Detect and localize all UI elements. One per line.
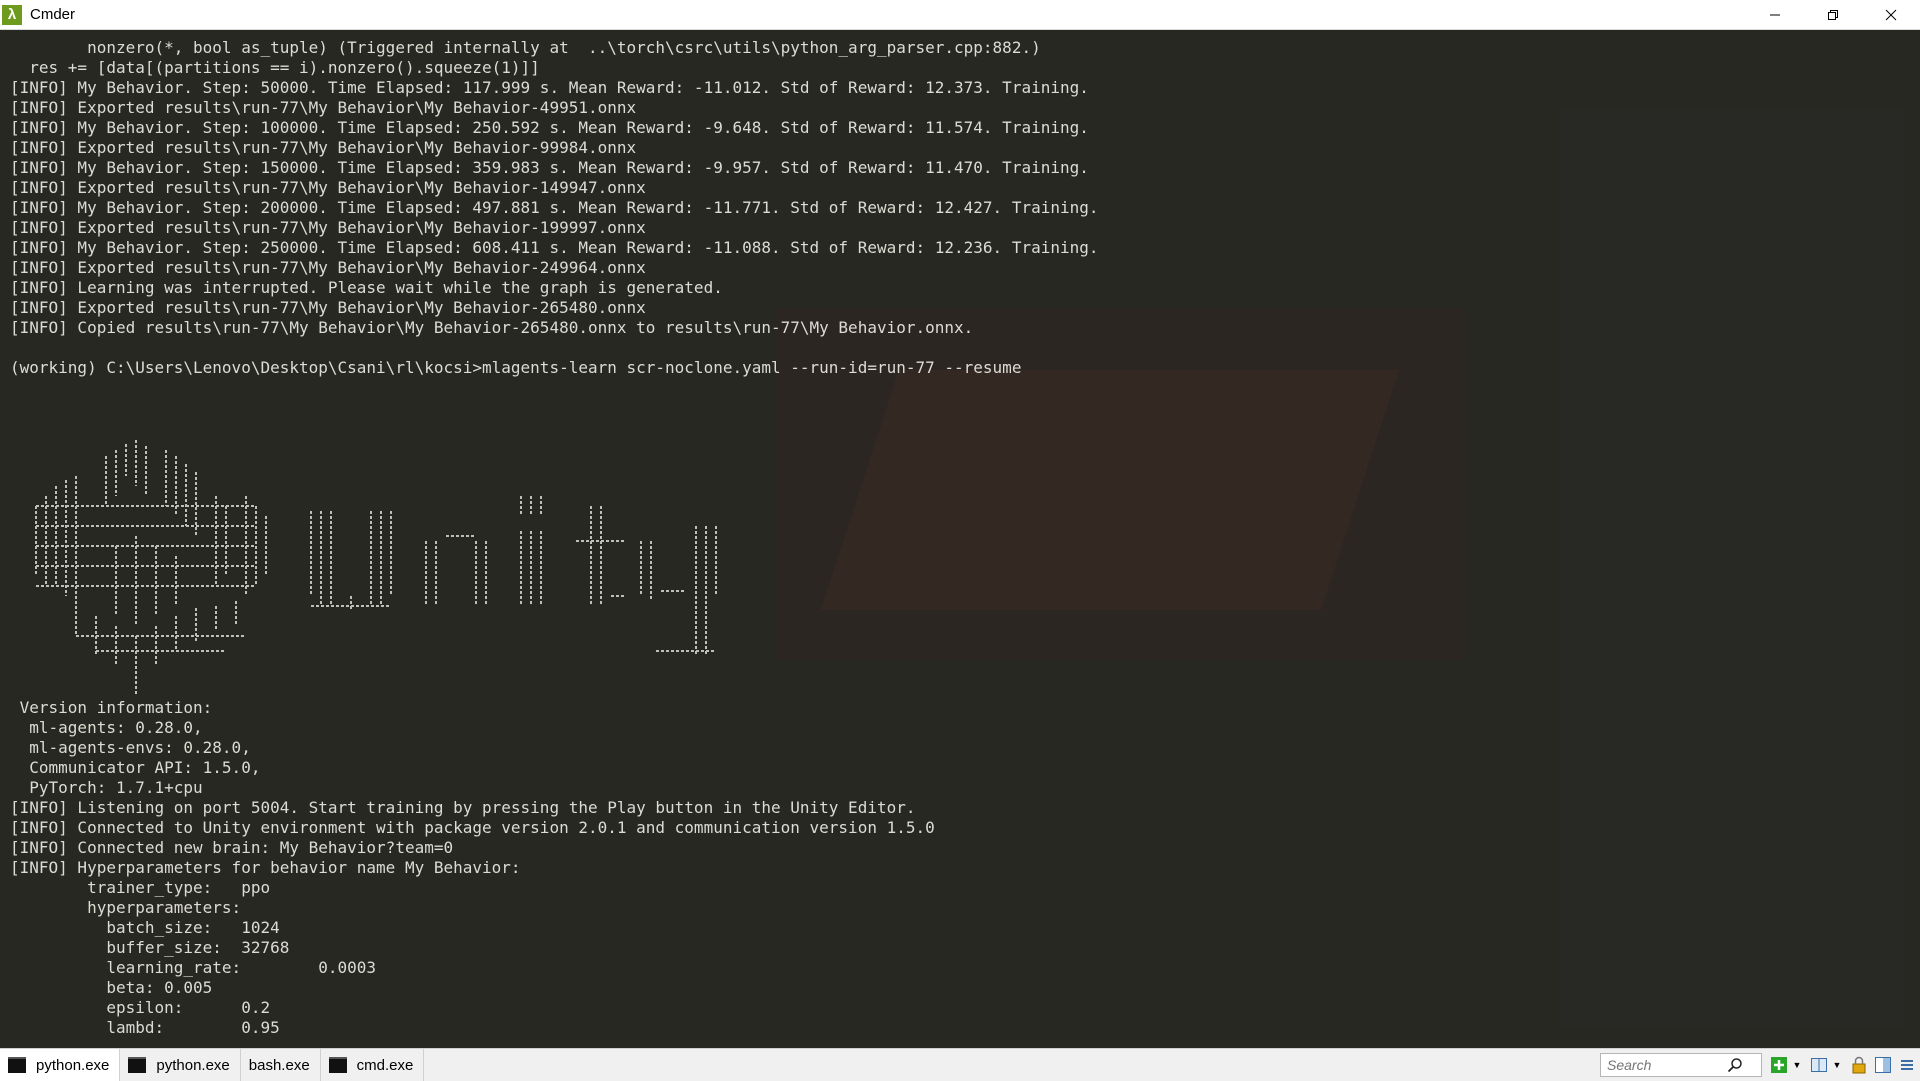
console-output[interactable]: nonzero(*, bool as_tuple) (Triggered int… [0, 30, 1920, 1046]
restore-button[interactable] [1804, 0, 1862, 29]
hamburger-menu-icon [1901, 1060, 1913, 1070]
tab-cmd[interactable]: cmd.exe [321, 1049, 425, 1081]
menu-button[interactable] [1896, 1053, 1918, 1077]
tab-bar: python.exe python.exe bash.exe cmd.exe ▼… [0, 1048, 1920, 1081]
console-icon [8, 1057, 26, 1073]
minimize-icon [1770, 14, 1780, 15]
unity-ascii-logo [35, 440, 717, 696]
window-controls [1746, 0, 1920, 29]
lambda-icon[interactable]: λ [2, 4, 22, 25]
window-title: Cmder [30, 6, 76, 23]
search-box [1600, 1053, 1762, 1077]
minimize-button[interactable] [1746, 0, 1804, 29]
window-icon [1811, 1058, 1827, 1072]
panel-button[interactable] [1872, 1053, 1894, 1077]
close-button[interactable] [1862, 0, 1920, 29]
search-icon[interactable] [1727, 1057, 1743, 1073]
new-console-dropdown[interactable]: ▼ [1792, 1053, 1802, 1077]
console-icon [128, 1057, 147, 1073]
chevron-down-icon: ▼ [1792, 1060, 1802, 1070]
console-icon [328, 1057, 347, 1073]
tab-label: cmd.exe [356, 1056, 414, 1074]
plus-icon [1771, 1057, 1787, 1073]
split-dropdown[interactable]: ▼ [1832, 1053, 1842, 1077]
tab-label: bash.exe [248, 1056, 310, 1074]
lock-button[interactable] [1848, 1053, 1870, 1077]
close-icon [1885, 9, 1897, 20]
search-input[interactable] [1607, 1057, 1727, 1073]
tab-label: python.exe [36, 1056, 110, 1074]
restore-icon [1828, 9, 1838, 20]
tab-label: python.exe [156, 1056, 230, 1074]
tray: ▼ ▼ [1600, 1049, 1920, 1081]
tab-python-1[interactable]: python.exe [0, 1049, 121, 1081]
tab-bash[interactable]: bash.exe [241, 1049, 321, 1081]
chevron-down-icon: ▼ [1832, 1060, 1842, 1070]
new-console-button[interactable] [1768, 1053, 1790, 1077]
title-bar: λ Cmder [0, 0, 1920, 30]
split-button[interactable] [1808, 1053, 1830, 1077]
lock-icon [1852, 1056, 1866, 1074]
tab-python-2[interactable]: python.exe [120, 1049, 241, 1081]
panel-icon [1875, 1057, 1891, 1073]
